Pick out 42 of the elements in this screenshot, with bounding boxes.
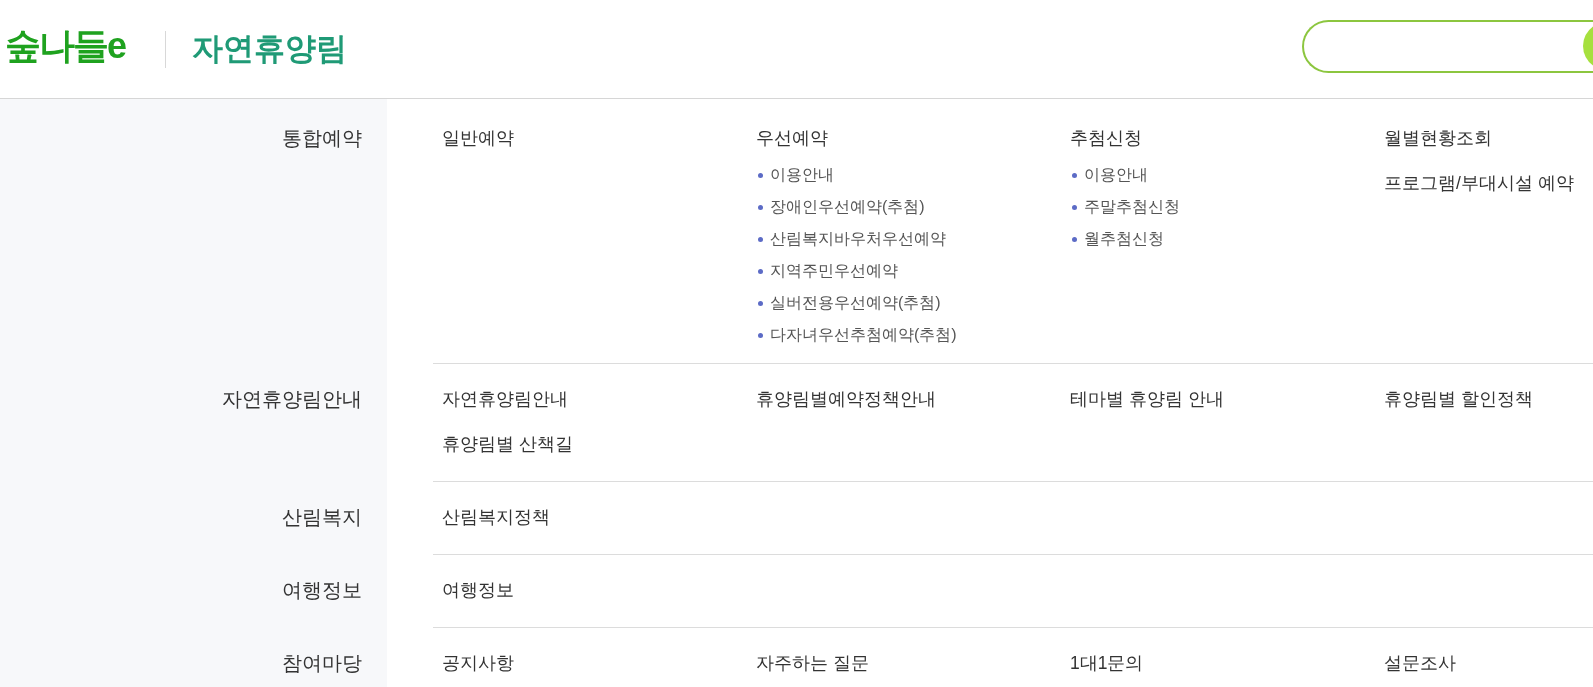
bullet-icon xyxy=(758,236,763,242)
category-cell: 참여마당 xyxy=(0,628,387,687)
menu-link[interactable]: 월별현황조회 xyxy=(1384,125,1492,151)
submenu-link[interactable]: 지역주민우선예약 xyxy=(770,260,898,282)
submenu-link[interactable]: 월추첨신청 xyxy=(1084,228,1164,250)
menu-link[interactable]: 1대1문의 xyxy=(1070,650,1144,676)
menu-link[interactable]: 테마별 휴양림 안내 xyxy=(1070,386,1224,412)
menu-link[interactable]: 휴양림별 산책길 xyxy=(442,431,573,457)
menu-link[interactable]: 설문조사 xyxy=(1384,650,1456,676)
menu-link[interactable]: 일반예약 xyxy=(442,125,514,151)
submenu-link[interactable]: 산림복지바우처우선예약 xyxy=(770,228,946,250)
menu-link[interactable]: 여행정보 xyxy=(442,577,514,603)
bullet-icon xyxy=(1072,236,1077,242)
category-cell: 산림복지 xyxy=(0,482,387,555)
menu-link[interactable]: 휴양림별 할인정책 xyxy=(1384,386,1533,412)
menu-link[interactable]: 공지사항 xyxy=(442,650,514,676)
category-cell: 통합예약 xyxy=(0,99,387,364)
menu-link[interactable]: 프로그램/부대시설 예약 xyxy=(1384,170,1574,196)
category-cell: 여행정보 xyxy=(0,555,387,628)
menu-link[interactable]: 자주하는 질문 xyxy=(756,650,869,676)
submenu-link[interactable]: 다자녀우선추첨예약(추첨) xyxy=(770,324,957,346)
menu-link[interactable]: 우선예약 xyxy=(756,125,828,151)
menu-link[interactable]: 추첨신청 xyxy=(1070,125,1142,151)
menu-link[interactable]: 자연휴양림안내 xyxy=(442,386,568,412)
bullet-icon xyxy=(758,204,763,210)
submenu-link[interactable]: 이용안내 xyxy=(1084,164,1148,186)
menu-link[interactable]: 휴양림별예약정책안내 xyxy=(756,386,936,412)
submenu-link[interactable]: 주말추첨신청 xyxy=(1084,196,1180,218)
category-cell: 자연휴양림안내 xyxy=(0,364,387,482)
submenu-link[interactable]: 실버전용우선예약(추첨) xyxy=(770,292,941,314)
bullet-icon xyxy=(1072,204,1077,210)
bullet-icon xyxy=(758,300,763,306)
site-title: 자연휴양림 xyxy=(192,30,348,68)
bullet-icon xyxy=(758,332,763,338)
search-field[interactable] xyxy=(1302,19,1583,73)
bullet-icon xyxy=(758,172,763,178)
bullet-icon xyxy=(758,268,763,274)
bullet-icon xyxy=(1072,172,1077,178)
submenu-link[interactable]: 이용안내 xyxy=(770,164,834,186)
submenu-link[interactable]: 장애인우선예약(추첨) xyxy=(770,196,925,218)
menu-link[interactable]: 산림복지정책 xyxy=(442,504,550,530)
search-button[interactable] xyxy=(1583,19,1593,73)
